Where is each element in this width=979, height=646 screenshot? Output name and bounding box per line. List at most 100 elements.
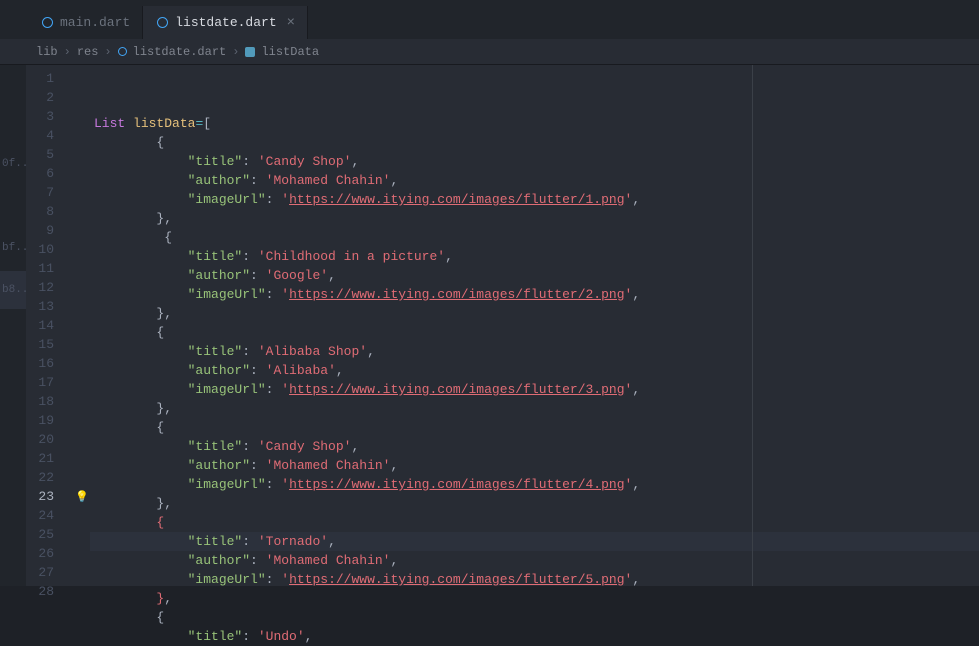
code-line[interactable]: }, — [90, 399, 979, 418]
code-line[interactable]: "title": 'Undo', — [90, 627, 979, 646]
glyph-slot — [74, 278, 90, 297]
code-line[interactable]: "imageUrl": 'https://www.itying.com/imag… — [90, 475, 979, 494]
code-line[interactable]: "author": 'Alibaba', — [90, 361, 979, 380]
code-line[interactable]: "author": 'Mohamed Chahin', — [90, 456, 979, 475]
dart-file-icon — [40, 16, 54, 30]
breadcrumb-item[interactable]: lib — [36, 45, 58, 59]
code-line[interactable]: "title": 'Childhood in a picture', — [90, 247, 979, 266]
line-number[interactable]: 26 — [26, 544, 54, 563]
glyph-gutter: 💡 — [74, 65, 90, 586]
glyph-slot — [74, 88, 90, 107]
line-number[interactable]: 12 — [26, 278, 54, 297]
line-number-gutter: 1234567891011121314151617181920212223242… — [26, 65, 74, 586]
code-line[interactable]: }, — [90, 589, 979, 608]
line-number[interactable]: 4 — [26, 126, 54, 145]
line-number[interactable]: 6 — [26, 164, 54, 183]
glyph-slot — [74, 544, 90, 563]
code-line[interactable]: "author": 'Mohamed Chahin', — [90, 551, 979, 570]
breadcrumb-item[interactable]: listdate.dart — [133, 45, 227, 59]
line-number[interactable]: 9 — [26, 221, 54, 240]
breadcrumb-item[interactable]: listData — [261, 45, 319, 59]
tab-label: listdate.dart — [175, 15, 276, 30]
glyph-slot — [74, 449, 90, 468]
code-line[interactable]: "title": 'Tornado', — [90, 532, 979, 551]
code-line[interactable]: "author": 'Google', — [90, 266, 979, 285]
code-line[interactable]: }, — [90, 304, 979, 323]
line-number[interactable]: 5 — [26, 145, 54, 164]
line-number[interactable]: 28 — [26, 582, 54, 601]
code-line[interactable]: }, — [90, 494, 979, 513]
glyph-slot — [74, 316, 90, 335]
line-number[interactable]: 10 — [26, 240, 54, 259]
code-area[interactable]: List listData=[ { "title": 'Candy Shop',… — [90, 65, 979, 586]
tab-main-dart[interactable]: main.dart — [28, 6, 143, 39]
code-line[interactable]: { — [90, 513, 979, 532]
tab-listdate-dart[interactable]: listdate.dart × — [143, 6, 308, 39]
edge-item[interactable]: bf... — [0, 229, 26, 267]
line-number[interactable]: 21 — [26, 449, 54, 468]
code-line[interactable]: { — [90, 228, 979, 247]
glyph-slot — [74, 373, 90, 392]
code-line[interactable]: "imageUrl": 'https://www.itying.com/imag… — [90, 285, 979, 304]
glyph-slot — [74, 259, 90, 278]
code-line[interactable]: "title": 'Candy Shop', — [90, 437, 979, 456]
glyph-slot — [74, 221, 90, 240]
chevron-right-icon: › — [64, 45, 71, 59]
code-line[interactable]: List listData=[ — [90, 114, 979, 133]
dart-file-icon — [118, 47, 127, 56]
close-icon[interactable]: × — [287, 15, 295, 31]
line-number[interactable]: 22 — [26, 468, 54, 487]
edge-item[interactable]: b8... — [0, 271, 26, 309]
breadcrumb[interactable]: lib › res › listdate.dart › listData — [0, 39, 979, 65]
code-line[interactable]: { — [90, 608, 979, 627]
code-line[interactable]: "title": 'Candy Shop', — [90, 152, 979, 171]
line-number[interactable]: 20 — [26, 430, 54, 449]
code-line[interactable]: { — [90, 418, 979, 437]
glyph-slot — [74, 354, 90, 373]
line-number[interactable]: 24 — [26, 506, 54, 525]
editor: 0f... bf... b8... 1234567891011121314151… — [0, 65, 979, 586]
editor-ruler — [752, 65, 753, 586]
line-number[interactable]: 16 — [26, 354, 54, 373]
line-number[interactable]: 3 — [26, 107, 54, 126]
glyph-slot — [74, 240, 90, 259]
chevron-right-icon: › — [232, 45, 239, 59]
line-number[interactable]: 18 — [26, 392, 54, 411]
line-number[interactable]: 7 — [26, 183, 54, 202]
glyph-slot — [74, 525, 90, 544]
glyph-slot — [74, 107, 90, 126]
code-line[interactable]: "title": 'Alibaba Shop', — [90, 342, 979, 361]
glyph-slot — [74, 297, 90, 316]
edge-item[interactable]: 0f... — [0, 145, 26, 183]
line-number[interactable]: 2 — [26, 88, 54, 107]
line-number[interactable]: 23 — [26, 487, 54, 506]
code-line[interactable]: }, — [90, 209, 979, 228]
line-number[interactable]: 15 — [26, 335, 54, 354]
glyph-slot — [74, 582, 90, 601]
glyph-slot — [74, 164, 90, 183]
glyph-slot — [74, 430, 90, 449]
line-number[interactable]: 8 — [26, 202, 54, 221]
line-number[interactable]: 27 — [26, 563, 54, 582]
glyph-slot — [74, 335, 90, 354]
line-number[interactable]: 13 — [26, 297, 54, 316]
code-line[interactable]: "imageUrl": 'https://www.itying.com/imag… — [90, 190, 979, 209]
glyph-slot — [74, 506, 90, 525]
code-line[interactable]: { — [90, 133, 979, 152]
code-line[interactable]: "imageUrl": 'https://www.itying.com/imag… — [90, 380, 979, 399]
line-number[interactable]: 19 — [26, 411, 54, 430]
line-number[interactable]: 1 — [26, 69, 54, 88]
code-line[interactable]: { — [90, 323, 979, 342]
chevron-right-icon: › — [104, 45, 111, 59]
breadcrumb-item[interactable]: res — [77, 45, 99, 59]
line-number[interactable]: 14 — [26, 316, 54, 335]
line-number[interactable]: 11 — [26, 259, 54, 278]
line-number[interactable]: 25 — [26, 525, 54, 544]
code-line[interactable]: "imageUrl": 'https://www.itying.com/imag… — [90, 570, 979, 589]
lightbulb-icon[interactable]: 💡 — [75, 490, 89, 504]
glyph-slot — [74, 563, 90, 582]
glyph-slot — [74, 411, 90, 430]
code-line[interactable]: "author": 'Mohamed Chahin', — [90, 171, 979, 190]
line-number[interactable]: 17 — [26, 373, 54, 392]
edge-item — [0, 187, 26, 225]
